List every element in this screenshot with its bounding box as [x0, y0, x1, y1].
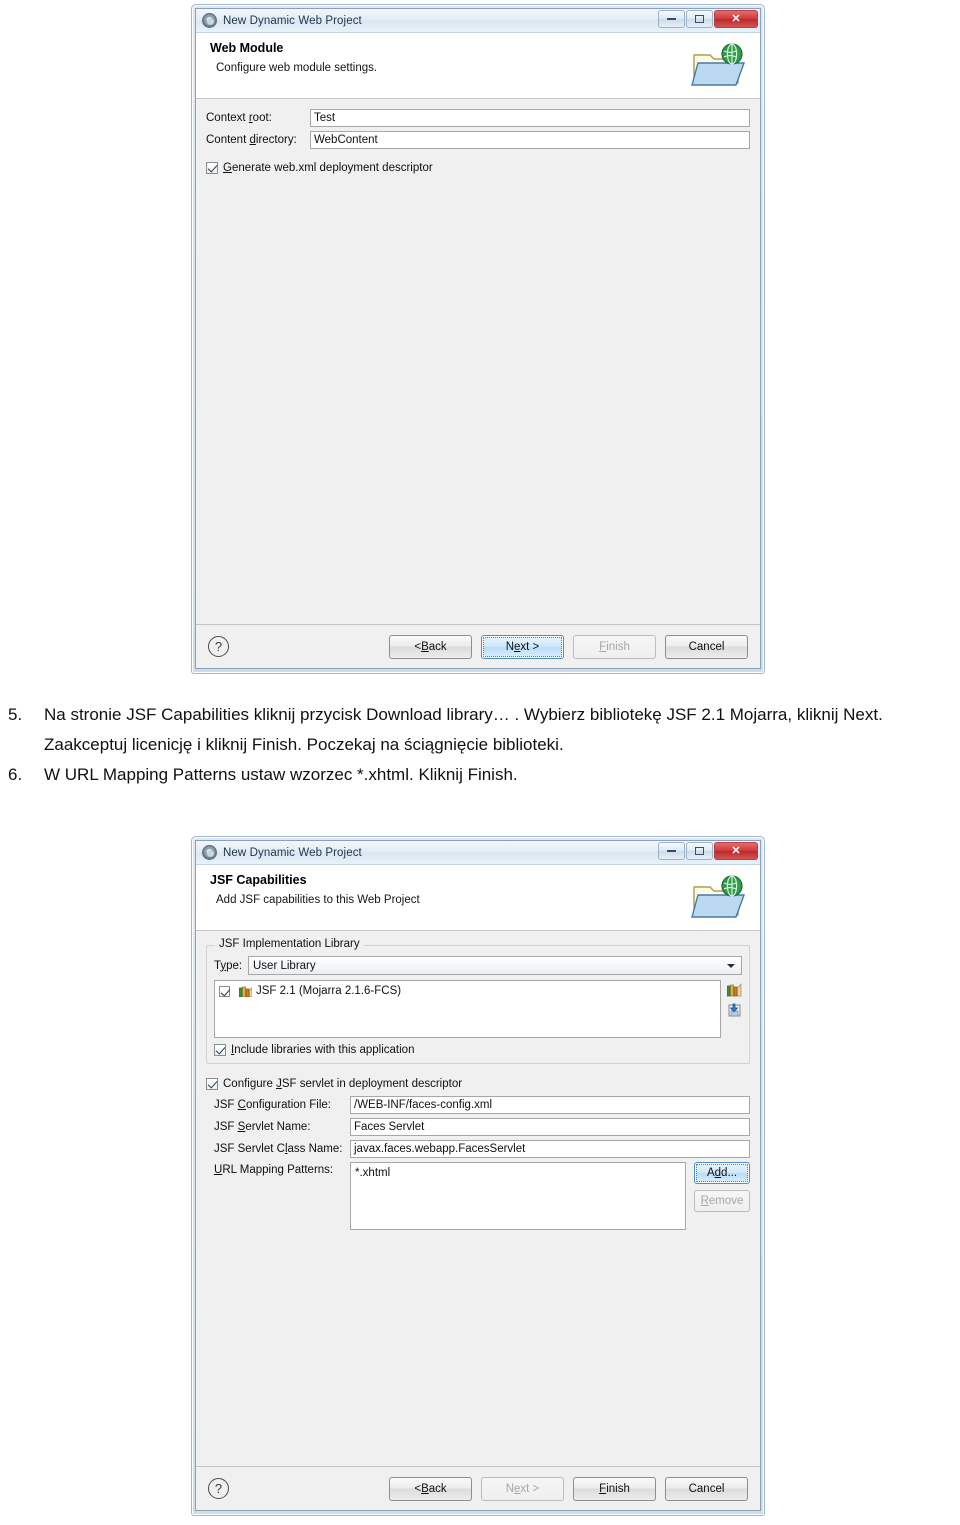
- library-item-checkbox[interactable]: [219, 985, 230, 997]
- library-listbox[interactable]: JSF 2.1 (Mojarra 2.1.6-FCS): [214, 980, 721, 1038]
- library-type-row: Type: User Library: [214, 956, 742, 975]
- next-button: Ne xt >: [481, 1476, 564, 1501]
- jsf-servlet-name-row: JSF Servlet Name: Faces Servlet: [214, 1118, 750, 1136]
- minimize-button[interactable]: [658, 10, 685, 28]
- page-title: Web Module: [210, 41, 284, 55]
- dialog-1-footer: ? < Back Ne xt > Finish Cancel: [196, 624, 760, 668]
- page-subtitle: Add JSF capabilities to this Web Project: [216, 894, 420, 906]
- eclipse-gear-icon: [202, 845, 217, 860]
- back-button[interactable]: < Back: [389, 1476, 472, 1501]
- content-directory-input[interactable]: WebContent: [310, 131, 750, 149]
- library-type-select[interactable]: User Library: [248, 956, 742, 975]
- context-root-input[interactable]: Test: [310, 109, 750, 127]
- close-icon[interactable]: ✕: [714, 10, 758, 28]
- finish-button: Finish: [573, 634, 656, 659]
- include-libraries-checkbox-row[interactable]: Include libraries with this application: [214, 1044, 742, 1056]
- dialog-1-header: Web Module Configure web module settings…: [196, 33, 760, 99]
- group-title: JSF Implementation Library: [215, 938, 364, 950]
- jsf-implementation-library-group: JSF Implementation Library Type: User Li…: [206, 938, 750, 1064]
- library-item-label: JSF 2.1 (Mojarra 2.1.6-FCS): [256, 985, 402, 997]
- step-number: 6.: [8, 765, 23, 784]
- dialog-2-body: JSF Implementation Library Type: User Li…: [196, 931, 760, 1466]
- page-title: JSF Capabilities: [210, 873, 307, 887]
- library-type-value: User Library: [253, 959, 316, 972]
- generate-webxml-label: Generate web.xml deployment descriptor: [223, 162, 433, 174]
- next-button[interactable]: Ne xt >: [481, 634, 564, 659]
- new-dynamic-web-project-dialog-1[interactable]: New Dynamic Web Project ✕ Web Module Con…: [191, 4, 765, 674]
- help-icon[interactable]: ?: [208, 1478, 229, 1499]
- cancel-button[interactable]: Cancel: [665, 1476, 748, 1501]
- jsf-servlet-name-input[interactable]: Faces Servlet: [350, 1118, 750, 1136]
- minimize-button[interactable]: [658, 842, 685, 860]
- dialog-1-window-controls: ✕: [657, 10, 758, 28]
- dialog-1-body: Context root: Test Content directory: We…: [196, 99, 760, 624]
- configure-jsf-servlet-checkbox[interactable]: [206, 1078, 218, 1090]
- eclipse-gear-icon: [202, 13, 217, 28]
- dialog-2-inner: New Dynamic Web Project ✕ JSF Capabiliti…: [195, 840, 761, 1511]
- dialog-1-buttons: < Back Ne xt > Finish Cancel: [389, 634, 748, 659]
- instruction-steps: 5. Na stronie JSF Capabilities kliknij p…: [0, 700, 960, 790]
- dialog-1-titlebar[interactable]: New Dynamic Web Project ✕: [196, 9, 760, 33]
- configure-jsf-servlet-label: Configure JSF servlet in deployment desc…: [223, 1078, 463, 1090]
- context-root-label: Context root:: [206, 112, 272, 124]
- dialog-2-title: New Dynamic Web Project: [223, 846, 362, 859]
- include-libraries-label: Include libraries with this application: [231, 1044, 415, 1056]
- cancel-button[interactable]: Cancel: [665, 634, 748, 659]
- manage-libraries-icon[interactable]: [726, 983, 742, 997]
- dialog-2-header: JSF Capabilities Add JSF capabilities to…: [196, 865, 760, 931]
- jsf-config-file-label: JSF Configuration File:: [214, 1099, 331, 1111]
- library-type-label: Type:: [214, 959, 243, 972]
- context-root-row: Context root: Test: [206, 109, 750, 127]
- finish-button[interactable]: Finish: [573, 1476, 656, 1501]
- jsf-servlet-class-name-input[interactable]: javax.faces.webapp.FacesServlet: [350, 1140, 750, 1158]
- step-item: 6. W URL Mapping Patterns ustaw wzorzec …: [0, 760, 960, 790]
- help-icon[interactable]: ?: [208, 636, 229, 657]
- configure-jsf-servlet-checkbox-row[interactable]: Configure JSF servlet in deployment desc…: [206, 1078, 750, 1090]
- library-side-toolbar: [726, 980, 742, 1017]
- step-text: Na stronie JSF Capabilities kliknij przy…: [44, 705, 883, 754]
- dialog-2-window-controls: ✕: [657, 842, 758, 860]
- list-item[interactable]: JSF 2.1 (Mojarra 2.1.6-FCS): [219, 985, 716, 997]
- url-mapping-patterns-row: URL Mapping Patterns: *.xhtml Ad d... Rem…: [214, 1162, 750, 1230]
- jsf-servlet-class-name-label: JSF Servlet Class Name:: [214, 1143, 343, 1155]
- maximize-button[interactable]: [686, 10, 713, 28]
- url-mapping-patterns-label: URL Mapping Patterns:: [214, 1164, 334, 1176]
- content-directory-row: Content directory: WebContent: [206, 131, 750, 149]
- jsf-servlet-name-label: JSF Servlet Name:: [214, 1121, 311, 1133]
- url-pattern-buttons: Ad d... Remove: [694, 1162, 750, 1212]
- include-libraries-checkbox[interactable]: [214, 1044, 226, 1056]
- folder-globe-icon: [690, 41, 746, 89]
- remove-url-pattern-button: Remove: [694, 1190, 750, 1212]
- jsf-config-file-row: JSF Configuration File: /WEB-INF/faces-c…: [214, 1096, 750, 1114]
- maximize-button[interactable]: [686, 842, 713, 860]
- dialog-1-inner: New Dynamic Web Project ✕ Web Module Con…: [195, 8, 761, 669]
- library-list-row: JSF 2.1 (Mojarra 2.1.6-FCS): [214, 980, 742, 1038]
- dialog-1-title: New Dynamic Web Project: [223, 14, 362, 27]
- generate-webxml-checkbox[interactable]: [206, 162, 218, 174]
- folder-globe-icon: [690, 873, 746, 921]
- page-subtitle: Configure web module settings.: [216, 62, 378, 74]
- books-icon: [238, 986, 253, 997]
- generate-webxml-checkbox-row[interactable]: Generate web.xml deployment descriptor: [206, 162, 750, 174]
- back-button[interactable]: < Back: [389, 634, 472, 659]
- step-number: 5.: [8, 705, 23, 724]
- step-text: W URL Mapping Patterns ustaw wzorzec *.x…: [44, 765, 518, 784]
- dialog-2-buttons: < Back Ne xt > Finish Cancel: [389, 1476, 748, 1501]
- add-url-pattern-button[interactable]: Ad d...: [694, 1162, 750, 1184]
- jsf-config-file-input[interactable]: /WEB-INF/faces-config.xml: [350, 1096, 750, 1114]
- dialog-2-footer: ? < Back Ne xt > Finish Cancel: [196, 1466, 760, 1510]
- jsf-servlet-class-name-row: JSF Servlet Class Name: javax.faces.weba…: [214, 1140, 750, 1158]
- dialog-2-titlebar[interactable]: New Dynamic Web Project ✕: [196, 841, 760, 865]
- servlet-fields: JSF Configuration File: /WEB-INF/faces-c…: [206, 1096, 750, 1230]
- list-item[interactable]: *.xhtml: [355, 1167, 681, 1179]
- chevron-down-icon: [727, 963, 735, 968]
- content-directory-label: Content directory:: [206, 134, 297, 146]
- new-dynamic-web-project-dialog-2[interactable]: New Dynamic Web Project ✕ JSF Capabiliti…: [191, 836, 765, 1516]
- close-icon[interactable]: ✕: [714, 842, 758, 860]
- url-mapping-patterns-listbox[interactable]: *.xhtml: [350, 1162, 686, 1230]
- step-item: 5. Na stronie JSF Capabilities kliknij p…: [0, 700, 960, 760]
- download-library-icon[interactable]: [727, 1003, 742, 1017]
